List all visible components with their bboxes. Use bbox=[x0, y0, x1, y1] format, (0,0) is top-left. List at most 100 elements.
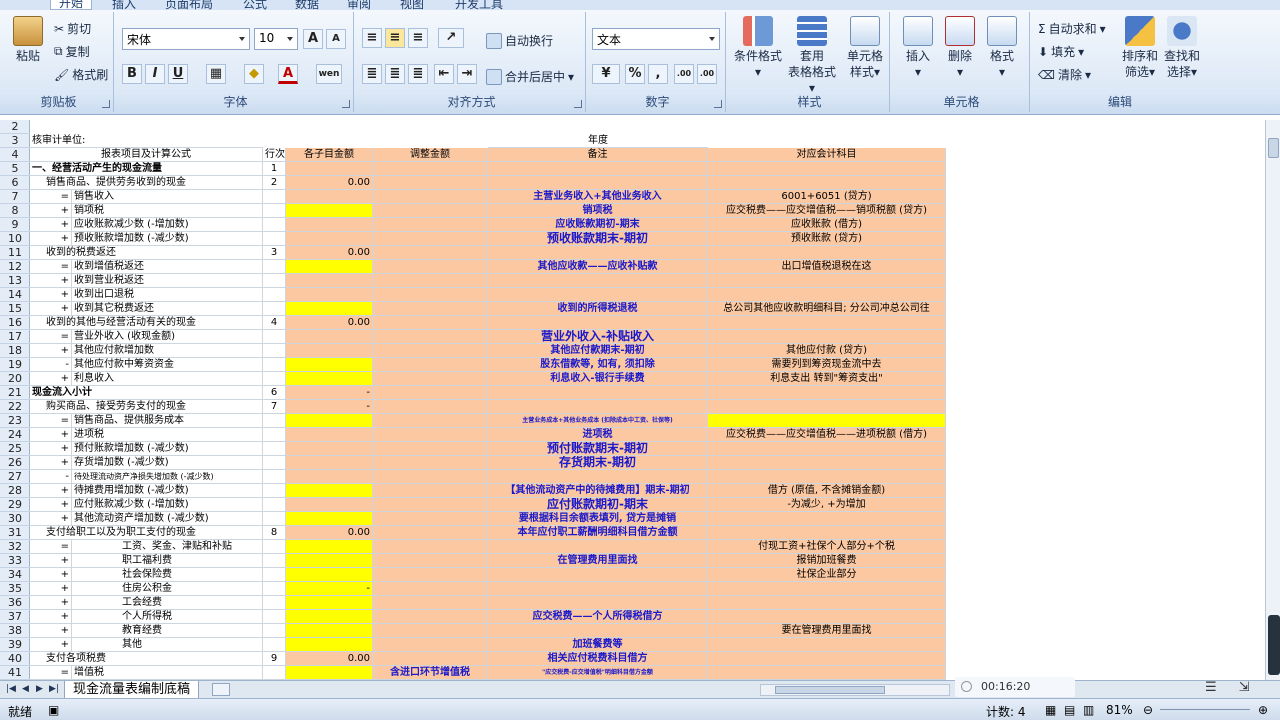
tab-page-layout[interactable]: 页面布局 bbox=[165, 0, 213, 10]
adjust-cell[interactable] bbox=[373, 568, 488, 582]
note-cell[interactable]: 销项税 bbox=[488, 204, 708, 218]
item-cell[interactable]: 收到的其他与经营活动有关的现金 bbox=[30, 316, 263, 330]
adjust-cell[interactable] bbox=[373, 484, 488, 498]
row-header[interactable]: 15 bbox=[0, 302, 30, 316]
line-no-cell[interactable]: 2 bbox=[263, 176, 286, 190]
row-header[interactable]: 33 bbox=[0, 554, 30, 568]
line-no-cell[interactable] bbox=[263, 540, 286, 554]
account-cell[interactable] bbox=[708, 638, 946, 652]
amount-cell[interactable] bbox=[286, 442, 373, 456]
note-cell[interactable]: 应收账款期初-期末 bbox=[488, 218, 708, 232]
adjust-cell[interactable] bbox=[373, 204, 488, 218]
item-cell[interactable]: 预付账款增加数 (-减少数) bbox=[72, 442, 263, 456]
insert-cells-button[interactable]: 插入 ▾ bbox=[898, 16, 938, 80]
row-header[interactable]: 41 bbox=[0, 666, 30, 680]
row-header[interactable]: 27 bbox=[0, 470, 30, 484]
line-no-cell[interactable] bbox=[263, 414, 286, 428]
amount-cell[interactable] bbox=[286, 610, 373, 624]
amount-cell[interactable] bbox=[286, 498, 373, 512]
amount-cell[interactable] bbox=[286, 204, 373, 218]
item-cell[interactable]: 预收账款增加数 (-减少数) bbox=[72, 232, 263, 246]
horizontal-scroll-thumb[interactable] bbox=[775, 686, 885, 694]
zoom-slider[interactable] bbox=[1160, 709, 1250, 710]
amount-cell[interactable] bbox=[286, 540, 373, 554]
account-cell[interactable] bbox=[708, 246, 946, 260]
align-left-icon[interactable]: ≣ bbox=[362, 64, 382, 84]
amount-cell[interactable]: - bbox=[286, 400, 373, 414]
align-right-icon[interactable]: ≣ bbox=[408, 64, 428, 84]
line-no-cell[interactable] bbox=[263, 274, 286, 288]
operator-cell[interactable]: + bbox=[30, 596, 72, 610]
next-sheet-icon[interactable]: ▶ bbox=[36, 684, 43, 694]
line-no-cell[interactable] bbox=[263, 302, 286, 316]
operator-cell[interactable]: + bbox=[30, 372, 72, 386]
amount-cell[interactable] bbox=[286, 330, 373, 344]
tab-developer[interactable]: 开发工具 bbox=[455, 0, 503, 10]
adjust-cell[interactable] bbox=[373, 260, 488, 274]
account-cell[interactable]: 社保企业部分 bbox=[708, 568, 946, 582]
sort-filter-button[interactable]: 排序和 筛选▾ bbox=[1120, 16, 1160, 80]
line-no-cell[interactable]: 8 bbox=[263, 526, 286, 540]
line-no-cell[interactable] bbox=[263, 638, 286, 652]
amount-cell[interactable] bbox=[286, 568, 373, 582]
item-cell[interactable]: 销项税 bbox=[72, 204, 263, 218]
account-cell[interactable]: 出口增值税退税在这 bbox=[708, 260, 946, 274]
line-no-cell[interactable]: 3 bbox=[263, 246, 286, 260]
item-cell[interactable]: 其他应付款中筹资资金 bbox=[72, 358, 263, 372]
item-cell[interactable]: 个人所得税 bbox=[72, 610, 263, 624]
line-no-cell[interactable] bbox=[263, 372, 286, 386]
row-header[interactable]: 26 bbox=[0, 456, 30, 470]
page-layout-view-icon[interactable]: ▤ bbox=[1064, 703, 1075, 717]
clipboard-launcher[interactable] bbox=[102, 100, 110, 108]
account-cell[interactable] bbox=[708, 596, 946, 610]
row-header[interactable]: 40 bbox=[0, 652, 30, 666]
row-header[interactable]: 38 bbox=[0, 624, 30, 638]
line-no-cell[interactable] bbox=[263, 204, 286, 218]
sheet-tab[interactable]: 现金流量表编制底稿 bbox=[64, 681, 200, 699]
note-cell[interactable]: 其他应付款期末-期初 bbox=[488, 344, 708, 358]
amount-cell[interactable]: 0.00 bbox=[286, 316, 373, 330]
row-header[interactable]: 9 bbox=[0, 218, 30, 232]
row-header[interactable]: 7 bbox=[0, 190, 30, 204]
audit-unit-label[interactable]: 核审计单位: bbox=[30, 134, 263, 148]
number-format-combo[interactable]: 文本 bbox=[592, 28, 720, 50]
align-center-icon[interactable]: ≣ bbox=[385, 64, 405, 84]
orientation-icon[interactable]: ↗ bbox=[438, 28, 464, 48]
line-no-cell[interactable] bbox=[263, 610, 286, 624]
operator-cell[interactable]: + bbox=[30, 204, 72, 218]
account-cell[interactable] bbox=[708, 610, 946, 624]
row-header[interactable]: 34 bbox=[0, 568, 30, 582]
adjust-cell[interactable] bbox=[373, 232, 488, 246]
item-cell[interactable]: 收到的税费返还 bbox=[30, 246, 263, 260]
tab-view[interactable]: 视图 bbox=[400, 0, 424, 10]
adjust-cell[interactable] bbox=[373, 358, 488, 372]
note-cell[interactable]: 营业外收入-补贴收入 bbox=[488, 330, 708, 344]
amount-cell[interactable] bbox=[286, 596, 373, 610]
account-cell[interactable] bbox=[708, 274, 946, 288]
row-header[interactable]: 30 bbox=[0, 512, 30, 526]
item-cell[interactable]: 现金流入小计 bbox=[30, 386, 263, 400]
item-cell[interactable]: 营业外收入 (收现金额) bbox=[72, 330, 263, 344]
item-cell[interactable]: 社会保险费 bbox=[72, 568, 263, 582]
item-cell[interactable]: 其他流动资产增加数 (-减少数) bbox=[72, 512, 263, 526]
note-cell[interactable]: 要根据科目余额表填列, 贷方是摊销 bbox=[488, 512, 708, 526]
vertical-scrollbar[interactable] bbox=[1265, 120, 1280, 680]
operator-cell[interactable]: + bbox=[30, 498, 72, 512]
adjust-cell[interactable] bbox=[373, 176, 488, 190]
line-no-cell[interactable]: 1 bbox=[263, 162, 286, 176]
operator-cell[interactable]: + bbox=[30, 554, 72, 568]
increase-decimal-button[interactable]: .00 bbox=[674, 64, 694, 84]
tab-insert[interactable]: 插入 bbox=[112, 0, 136, 10]
currency-icon[interactable]: ¥ bbox=[592, 64, 620, 84]
row-header[interactable]: 6 bbox=[0, 176, 30, 190]
account-cell[interactable] bbox=[708, 400, 946, 414]
amount-cell[interactable] bbox=[286, 554, 373, 568]
row-header[interactable]: 18 bbox=[0, 344, 30, 358]
note-cell[interactable] bbox=[488, 162, 708, 176]
note-cell[interactable] bbox=[488, 624, 708, 638]
account-cell[interactable]: 报销加班餐费 bbox=[708, 554, 946, 568]
note-cell[interactable]: 应付账款期初-期末 bbox=[488, 498, 708, 512]
adjust-cell[interactable] bbox=[373, 246, 488, 260]
note-cell[interactable]: "应交税费-应交增值税"明细科目借方金额 bbox=[488, 666, 708, 680]
adjust-cell[interactable] bbox=[373, 414, 488, 428]
